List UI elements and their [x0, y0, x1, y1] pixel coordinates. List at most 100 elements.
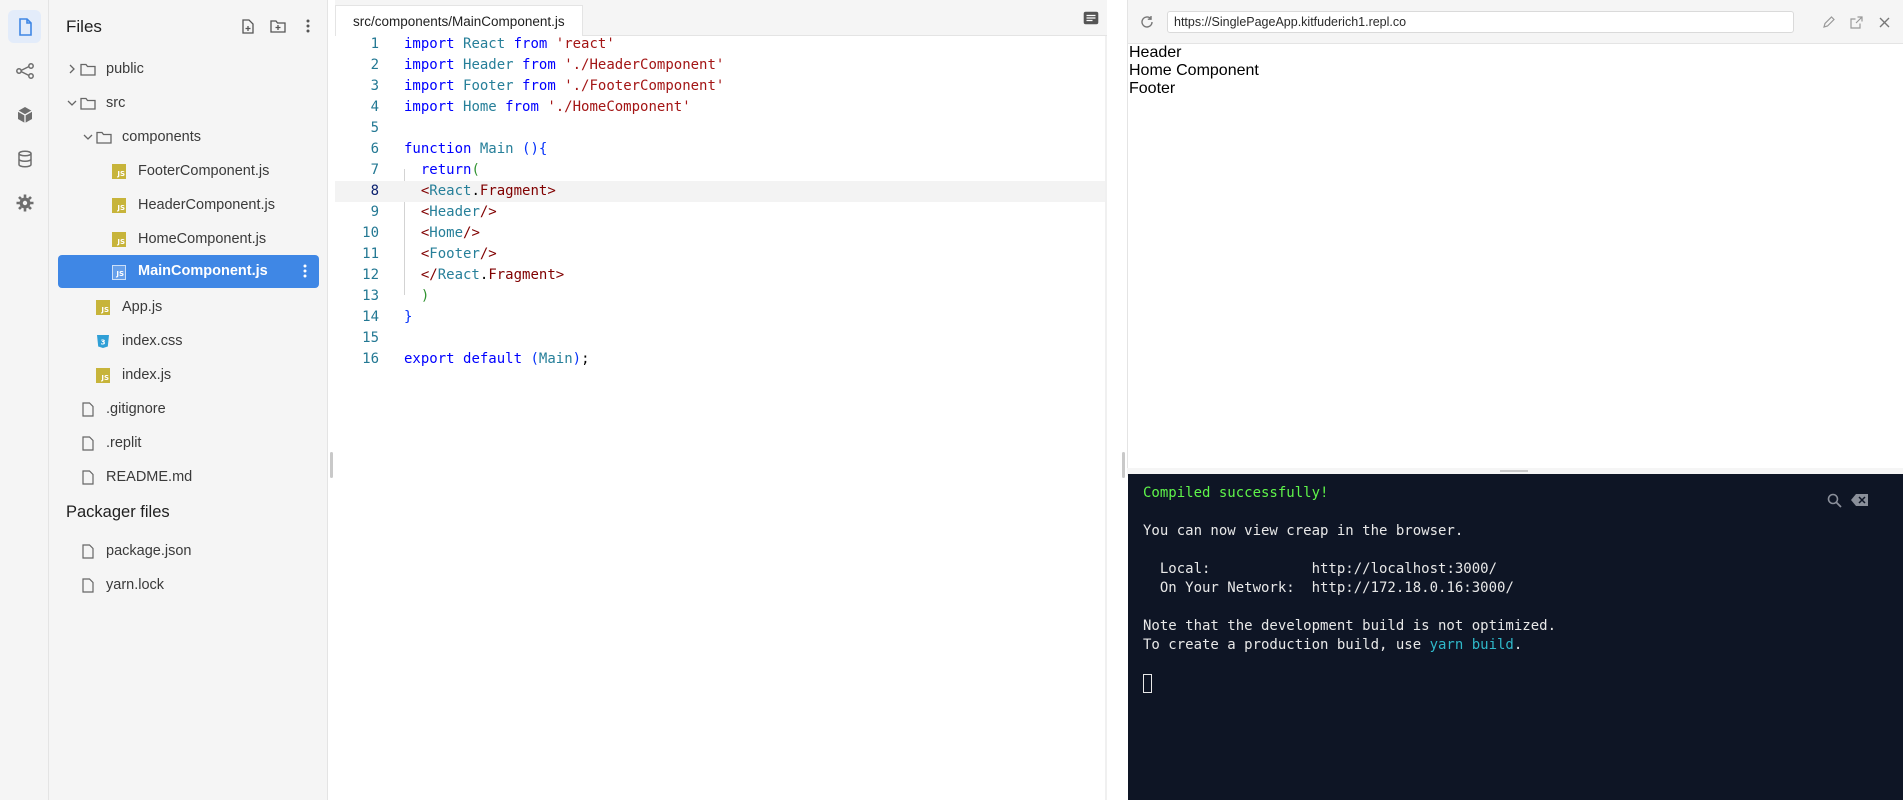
files-panel-title: Files — [66, 17, 102, 36]
tree-item-label: package.json — [106, 543, 192, 559]
css-file-icon: 3 — [95, 333, 111, 349]
file-icon — [80, 401, 96, 417]
code-line: 4 import Home from './HomeComponent' — [370, 99, 691, 115]
editor-scrollbar[interactable] — [1105, 36, 1107, 800]
tree-item-label: index.js — [122, 367, 172, 383]
editor-preview-resize-handle[interactable] — [1122, 452, 1125, 478]
close-icon — [1879, 17, 1889, 27]
files-menu-button[interactable] — [299, 17, 317, 35]
chevron-down-icon[interactable] — [82, 131, 94, 143]
tree-item-gitignore[interactable]: .gitignore — [58, 394, 319, 424]
tree-item-main-component[interactable]: JS MainComponent.js — [58, 255, 319, 288]
code-line: 9 <Header/> — [370, 204, 497, 220]
console-pane[interactable]: Compiled successfully! You can now view … — [1128, 474, 1903, 800]
editor-tab-main-component[interactable]: src/components/MainComponent.js — [335, 5, 583, 36]
refresh-icon — [1141, 16, 1153, 28]
preview-home-text: Home Component — [1129, 62, 1259, 79]
external-link-icon — [1849, 15, 1863, 29]
edit-url-button[interactable] — [1820, 14, 1836, 30]
tree-item-app-js[interactable]: JS App.js — [58, 292, 319, 322]
tree-item-label: .gitignore — [106, 401, 166, 417]
chevron-right-icon[interactable] — [66, 63, 78, 75]
js-file-icon: JS — [95, 299, 111, 315]
package-box-icon — [17, 106, 32, 123]
file-icon — [80, 435, 96, 451]
new-folder-icon — [270, 20, 286, 33]
tree-item-components[interactable]: components — [58, 122, 319, 152]
chevron-down-icon[interactable] — [66, 97, 78, 109]
code-line: 10 <Home/> — [362, 225, 480, 241]
webview-content: Header Home Component Footer — [1128, 44, 1259, 98]
tree-item-readme[interactable]: README.md — [58, 462, 319, 492]
tree-item-index-js[interactable]: JS index.js — [58, 360, 319, 390]
code-line: 15 — [362, 330, 379, 346]
files-rail-button[interactable] — [8, 10, 41, 43]
tree-item-label: index.css — [122, 333, 183, 349]
tree-item-package-json[interactable]: package.json — [58, 536, 319, 566]
webview-url-input[interactable]: https://SinglePageApp.kitfuderich1.repl.… — [1167, 11, 1794, 33]
packages-rail-button[interactable] — [8, 98, 41, 131]
gear-icon — [16, 194, 33, 211]
tree-item-label: public — [106, 61, 144, 77]
open-new-tab-button[interactable] — [1848, 14, 1864, 30]
tree-item-label: README.md — [106, 469, 193, 485]
js-file-icon: JS — [95, 367, 111, 383]
database-rail-button[interactable] — [8, 142, 41, 175]
reload-button[interactable] — [1139, 14, 1155, 30]
code-line: 12 </React.Fragment> — [362, 267, 565, 283]
code-line: 6 function Main (){ — [370, 141, 548, 157]
tree-item-footer-component[interactable]: JS FooterComponent.js — [58, 156, 319, 186]
console-compiled-line: Compiled successfully! — [1143, 485, 1329, 501]
code-line-current: 8 <React.Fragment> — [335, 181, 1107, 202]
tree-item-label: HeaderComponent.js — [138, 197, 276, 213]
code-line: 5 — [370, 120, 379, 136]
files-editor-resize-handle[interactable] — [330, 452, 333, 478]
console-local-line: Local: http://localhost:3000/ — [1143, 561, 1498, 577]
folder-icon — [80, 95, 96, 111]
webview-pane: https://SinglePageApp.kitfuderich1.repl.… — [1127, 0, 1903, 470]
list-menu-icon — [1083, 11, 1099, 25]
code-line: 13 ) — [362, 288, 430, 304]
tree-item-yarn-lock[interactable]: yarn.lock — [58, 570, 319, 600]
settings-rail-button[interactable] — [8, 186, 41, 219]
tree-item-header-component[interactable]: JS HeaderComponent.js — [58, 190, 319, 220]
console-clear-button[interactable] — [1850, 491, 1868, 509]
console-cursor — [1143, 674, 1152, 693]
version-control-rail-button[interactable] — [8, 54, 41, 87]
js-file-icon: JS — [111, 264, 127, 280]
new-folder-button[interactable] — [269, 17, 287, 35]
console-search-button[interactable] — [1825, 491, 1843, 509]
tree-item-label: components — [122, 129, 201, 145]
kebab-menu-icon — [306, 19, 310, 33]
new-file-button[interactable] — [239, 17, 257, 35]
kebab-menu-icon — [303, 264, 307, 278]
js-file-icon: JS — [111, 231, 127, 247]
code-editor: src/components/MainComponent.js 1 import … — [335, 0, 1107, 800]
packager-files-title: Packager files — [66, 503, 170, 521]
editor-options-button[interactable] — [1083, 11, 1099, 25]
close-webview-button[interactable] — [1876, 14, 1892, 30]
left-rail — [0, 0, 49, 800]
folder-icon — [96, 129, 112, 145]
tree-item-label: FooterComponent.js — [138, 163, 270, 179]
tree-item-label: HomeComponent.js — [138, 231, 267, 247]
tree-item-index-css[interactable]: 3 index.css — [58, 326, 319, 356]
git-branch-icon — [15, 62, 34, 79]
js-file-icon: JS — [111, 163, 127, 179]
search-icon — [1827, 493, 1842, 508]
file-options-button[interactable] — [297, 263, 313, 279]
files-panel: Files public src components JS FooterCom… — [49, 0, 328, 800]
editor-tab-bar: src/components/MainComponent.js — [335, 0, 1107, 36]
tree-item-src[interactable]: src — [58, 88, 319, 118]
tree-item-public[interactable]: public — [58, 54, 319, 84]
console-view-line: You can now view creap in the browser. — [1143, 523, 1464, 539]
backspace-clear-icon — [1850, 494, 1868, 506]
code-line: 7 return( — [370, 162, 480, 178]
file-icon — [80, 469, 96, 485]
code-line: 2 import Header from './HeaderComponent' — [370, 57, 725, 73]
tree-item-label: src — [106, 95, 126, 111]
tree-item-replit[interactable]: .replit — [58, 428, 319, 458]
tree-item-home-component[interactable]: JS HomeComponent.js — [58, 224, 319, 254]
code-line: 3 import Footer from './FooterComponent' — [370, 78, 725, 94]
js-file-icon: JS — [111, 197, 127, 213]
